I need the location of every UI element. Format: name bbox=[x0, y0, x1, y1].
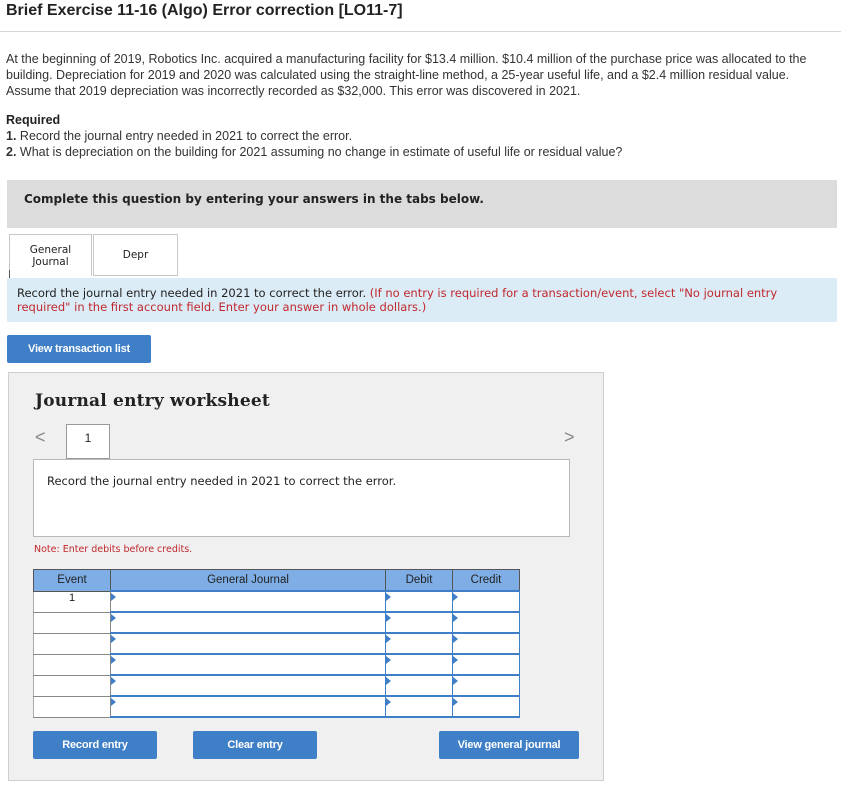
view-general-journal-button[interactable]: View general journal bbox=[439, 731, 579, 759]
table-row bbox=[33, 674, 520, 697]
input-marker-icon bbox=[386, 614, 391, 622]
instruction-box: Record the journal entry needed in 2021 … bbox=[7, 278, 837, 322]
journal-entry-worksheet: Journal entry worksheet < 1 > Record the… bbox=[8, 372, 604, 781]
requirement-2-text: What is depreciation on the building for… bbox=[16, 145, 623, 159]
input-marker-icon bbox=[453, 635, 458, 643]
chevron-right-icon[interactable]: > bbox=[564, 427, 575, 448]
required-heading: Required bbox=[6, 113, 61, 127]
column-header-general-journal: General Journal bbox=[110, 569, 386, 592]
input-marker-icon bbox=[386, 635, 391, 643]
account-field[interactable] bbox=[110, 590, 386, 613]
debit-field[interactable] bbox=[385, 590, 453, 613]
input-marker-icon bbox=[453, 593, 458, 601]
account-field[interactable] bbox=[110, 674, 386, 697]
input-marker-icon bbox=[453, 656, 458, 664]
account-field[interactable] bbox=[110, 632, 386, 655]
page-number-box[interactable]: 1 bbox=[66, 424, 110, 459]
view-transaction-list-button[interactable]: View transaction list bbox=[7, 335, 151, 363]
event-cell bbox=[33, 611, 111, 634]
clear-entry-button[interactable]: Clear entry bbox=[193, 731, 317, 759]
account-field[interactable] bbox=[110, 695, 386, 718]
credit-field[interactable] bbox=[452, 653, 520, 676]
event-cell bbox=[33, 653, 111, 676]
dropdown-marker-icon bbox=[111, 635, 116, 643]
page-title: Brief Exercise 11-16 (Algo) Error correc… bbox=[6, 2, 403, 19]
input-marker-icon bbox=[386, 593, 391, 601]
record-entry-button[interactable]: Record entry bbox=[33, 731, 157, 759]
credit-field[interactable] bbox=[452, 611, 520, 634]
journal-table: Event General Journal Debit Credit 1 bbox=[33, 569, 520, 718]
event-cell bbox=[33, 632, 111, 655]
dropdown-marker-icon bbox=[111, 593, 116, 601]
table-row bbox=[33, 695, 520, 718]
tab-general-journal[interactable]: General Journal bbox=[9, 234, 92, 276]
journal-table-header: Event General Journal Debit Credit bbox=[33, 569, 520, 592]
chevron-left-icon[interactable]: < bbox=[35, 427, 46, 448]
input-marker-icon bbox=[386, 656, 391, 664]
debit-field[interactable] bbox=[385, 653, 453, 676]
table-row: 1 bbox=[33, 590, 520, 613]
input-marker-icon bbox=[386, 698, 391, 706]
event-cell bbox=[33, 695, 111, 718]
tab-depr-label: Depr bbox=[122, 249, 149, 261]
credit-field[interactable] bbox=[452, 632, 520, 655]
column-header-credit: Credit bbox=[452, 569, 520, 592]
input-marker-icon bbox=[386, 677, 391, 685]
dropdown-marker-icon bbox=[111, 677, 116, 685]
tab-general-journal-line1: General bbox=[29, 243, 72, 256]
input-marker-icon bbox=[453, 614, 458, 622]
title-divider bbox=[0, 31, 841, 32]
requirement-2: 2. What is depreciation on the building … bbox=[6, 145, 622, 159]
tab-indicator bbox=[9, 270, 10, 278]
dropdown-marker-icon bbox=[111, 656, 116, 664]
requirement-1-text: Record the journal entry needed in 2021 … bbox=[16, 129, 353, 143]
entry-description-box: Record the journal entry needed in 2021 … bbox=[33, 459, 570, 537]
instruction-main: Record the journal entry needed in 2021 … bbox=[17, 286, 367, 300]
dropdown-marker-icon bbox=[111, 614, 116, 622]
credit-field[interactable] bbox=[452, 695, 520, 718]
debit-field[interactable] bbox=[385, 695, 453, 718]
table-row bbox=[33, 611, 520, 634]
event-cell: 1 bbox=[33, 590, 111, 613]
event-cell bbox=[33, 674, 111, 697]
debit-field[interactable] bbox=[385, 674, 453, 697]
debit-field[interactable] bbox=[385, 632, 453, 655]
tab-depr[interactable]: Depr bbox=[93, 234, 178, 276]
credit-field[interactable] bbox=[452, 590, 520, 613]
worksheet-title: Journal entry worksheet bbox=[35, 391, 270, 411]
account-field[interactable] bbox=[110, 611, 386, 634]
credit-field[interactable] bbox=[452, 674, 520, 697]
input-marker-icon bbox=[453, 677, 458, 685]
tab-general-journal-line2: Journal bbox=[32, 255, 69, 268]
complete-question-banner: Complete this question by entering your … bbox=[7, 180, 837, 228]
entry-description: Record the journal entry needed in 2021 … bbox=[47, 474, 397, 488]
requirement-1-number: 1. bbox=[6, 129, 17, 143]
table-row bbox=[33, 653, 520, 676]
requirement-1: 1. Record the journal entry needed in 20… bbox=[6, 129, 352, 143]
account-field[interactable] bbox=[110, 653, 386, 676]
input-marker-icon bbox=[453, 698, 458, 706]
debit-field[interactable] bbox=[385, 611, 453, 634]
requirement-2-number: 2. bbox=[6, 145, 17, 159]
complete-question-text: Complete this question by entering your … bbox=[24, 192, 484, 206]
dropdown-marker-icon bbox=[111, 698, 116, 706]
problem-text: At the beginning of 2019, Robotics Inc. … bbox=[6, 52, 807, 98]
column-header-event: Event bbox=[33, 569, 111, 592]
debits-note: Note: Enter debits before credits. bbox=[34, 544, 193, 555]
column-header-debit: Debit bbox=[385, 569, 453, 592]
table-row bbox=[33, 632, 520, 655]
